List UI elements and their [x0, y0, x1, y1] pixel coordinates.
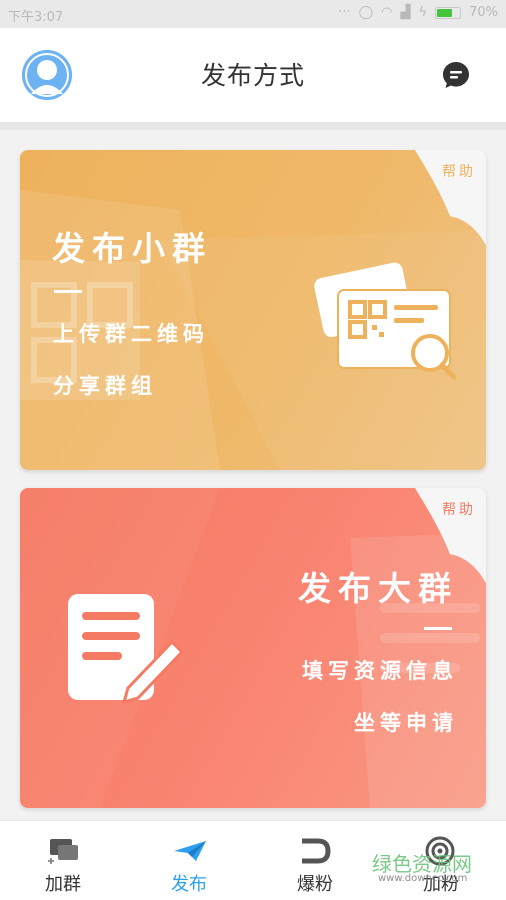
status-icons: ··· ◯ ◠ ▟ ϟ 70% — [338, 5, 498, 20]
page-title: 发布方式 — [200, 61, 305, 90]
tab-publish[interactable]: 发布 — [126, 821, 252, 900]
card-line-1: 填写资源信息 — [302, 659, 458, 683]
tab-boost-fans[interactable]: 爆粉 — [252, 821, 378, 900]
alarm-icon: ◯ — [358, 5, 374, 20]
chat-add-icon — [48, 839, 78, 864]
message-icon[interactable] — [441, 60, 471, 90]
publish-big-group-card[interactable]: 帮助 发布大群 填写资源信息 坐等申请 — [20, 488, 486, 808]
tab-label: 加群 — [45, 874, 81, 895]
signal-icon: ▟ — [400, 5, 411, 20]
status-bar: 下午3:07 ··· ◯ ◠ ▟ ϟ 70% — [0, 0, 506, 28]
card-line-2: 分享群组 — [53, 374, 157, 398]
dots-icon: ··· — [338, 5, 351, 20]
document-edit-icon — [68, 594, 185, 704]
app-header: 发布方式 — [0, 28, 506, 122]
card-line-2: 坐等申请 — [354, 711, 458, 735]
title-underline — [424, 627, 452, 630]
paper-plane-icon — [174, 841, 206, 861]
watermark-url: www.downcc.com — [378, 873, 468, 884]
battery-percent: 70% — [469, 5, 498, 20]
tab-label: 爆粉 — [297, 874, 333, 895]
status-time: 下午3:07 — [8, 10, 64, 25]
wifi-icon: ◠ — [381, 5, 393, 20]
magnet-icon — [302, 838, 331, 864]
publish-small-group-card[interactable]: 帮助 发布小群 上传群二维码 分享群组 — [20, 150, 486, 470]
title-underline — [54, 290, 82, 293]
help-link[interactable]: 帮助 — [442, 499, 476, 519]
help-link[interactable]: 帮助 — [442, 161, 476, 181]
header-divider — [0, 122, 506, 130]
card-title: 发布大群 — [298, 569, 458, 608]
qr-card-search-icon — [314, 262, 457, 380]
battery-icon — [435, 6, 462, 19]
tab-label: 发布 — [171, 874, 207, 895]
card-title: 发布小群 — [52, 229, 212, 268]
tab-join-group[interactable]: 加群 — [0, 821, 126, 900]
charging-icon: ϟ — [418, 5, 428, 20]
card-line-1: 上传群二维码 — [53, 322, 209, 346]
